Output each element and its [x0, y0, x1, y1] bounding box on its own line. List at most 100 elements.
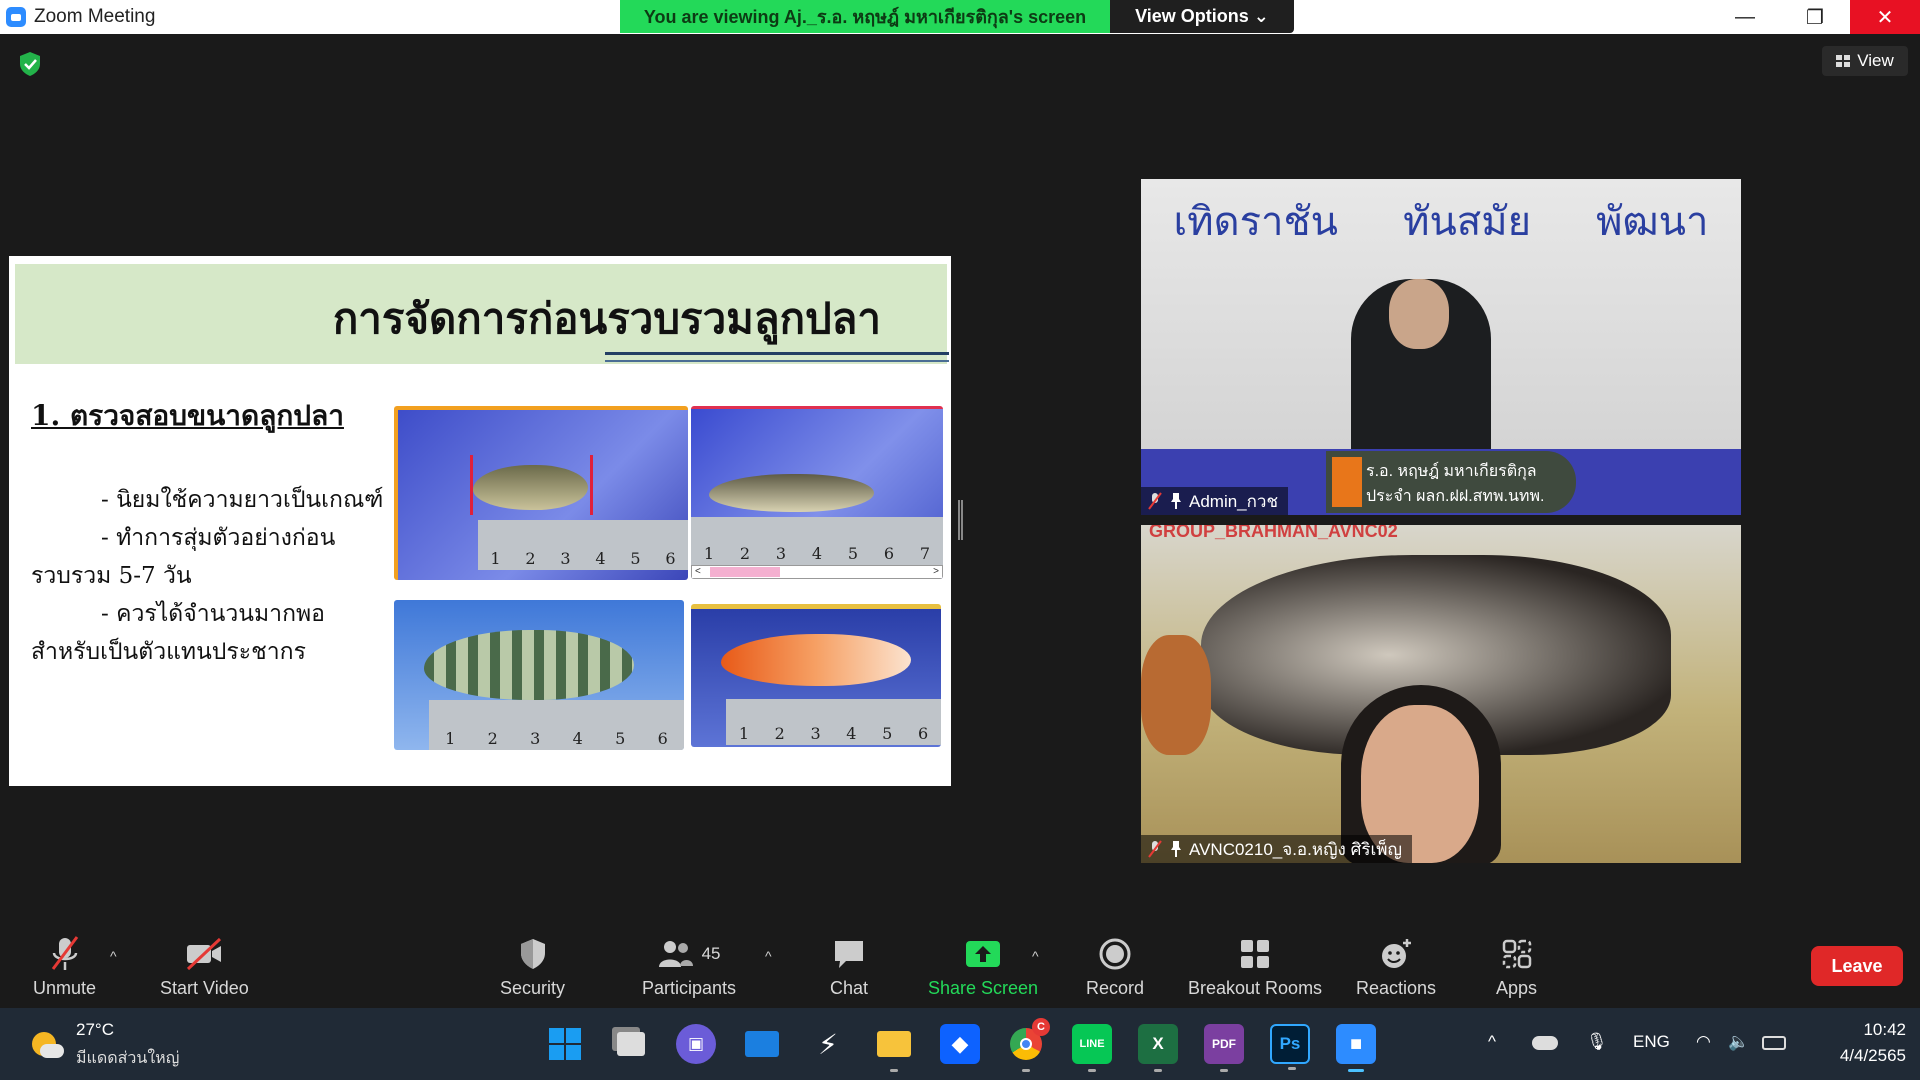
reactions-button[interactable]: Reactions	[1356, 934, 1436, 999]
mic-muted-icon	[1148, 840, 1162, 858]
record-button[interactable]: Record	[1086, 934, 1144, 999]
share-options-caret[interactable]: ^	[1032, 948, 1039, 964]
backdrop-slogan: เทิดราชัน ทันสมัย พัฒนา	[1173, 199, 1709, 245]
fish-photo-3: 123456	[394, 600, 684, 750]
pdf-app-icon[interactable]: PDF	[1204, 1024, 1244, 1072]
grid-view-icon	[1836, 55, 1851, 67]
chrome-badge: C	[1032, 1018, 1050, 1036]
security-button[interactable]: Security	[500, 934, 565, 999]
slide-heading: 1. ตรวจสอบขนาดลูกปลา	[31, 399, 344, 432]
participants-icon	[658, 941, 693, 967]
slide-bullet: - ทำการสุ่มตัวอย่างก่อน	[101, 525, 336, 551]
split-resize-handle[interactable]	[958, 500, 963, 540]
dropbox-icon[interactable]: ◆	[940, 1024, 980, 1064]
brown-cattle	[1141, 635, 1211, 755]
app-title-group: Zoom Meeting	[6, 6, 155, 28]
ruler: 1234567	[691, 517, 943, 565]
participants-count: 45	[701, 944, 721, 963]
chat-button[interactable]: Chat	[830, 934, 868, 999]
slide-bullet: สำหรับเป็นตัวแทนประชากร	[31, 639, 306, 665]
screen-share-banner: You are viewing Aj._ร.อ. หฤษฎ์ มหาเกียรต…	[620, 0, 1110, 33]
slide-title-underline-thin	[605, 360, 949, 362]
record-icon	[1099, 938, 1131, 970]
scrollbar-strip: < >	[691, 565, 943, 579]
view-options-button[interactable]: View Options ⌄	[1110, 0, 1294, 33]
photoshop-icon[interactable]: Ps	[1270, 1024, 1310, 1070]
slide-bullet: - ควรได้จำนวนมากพอ	[101, 601, 325, 627]
language-indicator[interactable]: ENG	[1633, 1032, 1670, 1052]
video-tile-participant[interactable]: GROUP_BRAHMAN_AVNC02 AVNC0210_จ.อ.หญิง ศ…	[1141, 525, 1741, 863]
window-title: Zoom Meeting	[34, 6, 156, 27]
view-button[interactable]: View	[1822, 46, 1908, 76]
clock-time[interactable]: 10:42	[1806, 1020, 1906, 1040]
onedrive-icon[interactable]	[1532, 1036, 1558, 1050]
participants-options-caret[interactable]: ^	[765, 948, 772, 964]
share-screen-icon	[966, 941, 1001, 967]
ruler: 123456	[726, 699, 941, 745]
meeting-toolbar: Unmute ^ Start Video Security 45 Partici…	[0, 918, 1920, 1008]
sketch-app-icon[interactable]: ⚡	[808, 1024, 848, 1064]
chat-icon	[835, 941, 864, 968]
slide-title-underline	[605, 352, 949, 355]
backdrop-label: GROUP_BRAHMAN_AVNC02	[1149, 525, 1398, 541]
name-caption: ร.อ. หฤษฎ์ มหาเกียรติกุล ประจำ ผลก.ฝฝ.สท…	[1326, 451, 1576, 513]
participant-name-bar: Admin_กวช	[1141, 487, 1289, 515]
apps-icon	[1502, 939, 1531, 969]
ruler: 123456	[478, 520, 688, 570]
fish-image	[473, 465, 588, 510]
battery-icon[interactable]	[1762, 1036, 1786, 1050]
task-view-icon[interactable]	[611, 1024, 651, 1064]
participant-name-bar: AVNC0210_จ.อ.หญิง ศิริเพ็ญ	[1141, 835, 1412, 863]
shared-slide: การจัดการก่อนรวบรวมลูกปลา 1. ตรวจสอบขนาด…	[9, 256, 951, 786]
title-bar: Zoom Meeting You are viewing Aj._ร.อ. หฤ…	[0, 0, 1920, 34]
weather-temp[interactable]: 27°C	[76, 1020, 114, 1040]
measure-mark	[590, 455, 593, 515]
tray-overflow-chevron[interactable]: ^	[1488, 1032, 1496, 1052]
mic-muted-icon	[1148, 492, 1162, 510]
minimize-button[interactable]: —	[1710, 0, 1780, 34]
audio-options-caret[interactable]: ^	[110, 948, 117, 964]
video-off-icon	[187, 937, 222, 971]
teams-chat-icon[interactable]: ▣	[676, 1024, 716, 1064]
mail-icon[interactable]	[742, 1024, 782, 1064]
start-video-button[interactable]: Start Video	[160, 934, 249, 999]
encryption-shield-icon[interactable]	[16, 50, 44, 78]
start-windows-icon[interactable]	[545, 1024, 585, 1064]
chrome-icon[interactable]: C	[1006, 1018, 1050, 1072]
microphone-tray-icon[interactable]: 🎙	[1586, 1032, 1608, 1052]
video-tile-admin[interactable]: เทิดราชัน ทันสมัย พัฒนา ร.อ. หฤษฎ์ มหาเกีย…	[1141, 179, 1741, 515]
volume-icon[interactable]: 🔈	[1728, 1032, 1749, 1052]
share-screen-button[interactable]: Share Screen	[928, 934, 1038, 999]
participant-name: Admin_กวช	[1189, 491, 1279, 511]
slide-bullet: รวบรวม 5-7 วัน	[31, 563, 192, 589]
unmute-button[interactable]: Unmute	[33, 934, 96, 999]
participants-button[interactable]: 45 Participants	[642, 934, 736, 999]
participant-name: AVNC0210_จ.อ.หญิง ศิริเพ็ญ	[1189, 839, 1402, 859]
view-button-label: View	[1857, 51, 1894, 70]
clock-date[interactable]: 4/4/2565	[1806, 1046, 1906, 1066]
reactions-icon	[1382, 939, 1412, 968]
fish-image	[709, 474, 874, 512]
wifi-icon[interactable]: ◠	[1696, 1032, 1711, 1052]
zoom-taskbar-icon[interactable]: ■	[1336, 1024, 1376, 1072]
leave-button[interactable]: Leave	[1811, 946, 1903, 986]
line-icon[interactable]: LINE	[1072, 1024, 1112, 1072]
pin-icon	[1171, 493, 1181, 509]
close-button[interactable]: ✕	[1850, 0, 1920, 34]
zoom-logo-icon	[6, 7, 26, 27]
windows-taskbar: 27°C มีแดดส่วนใหญ่ ▣ ⚡ ◆ C LINE X PDF Ps…	[0, 1008, 1920, 1080]
fish-photo-2: 1234567 < >	[691, 406, 943, 579]
pin-icon	[1171, 841, 1181, 857]
fish-image	[721, 634, 911, 686]
fish-image	[424, 630, 634, 700]
excel-icon[interactable]: X	[1138, 1024, 1178, 1072]
breakout-rooms-button[interactable]: Breakout Rooms	[1188, 934, 1322, 999]
measure-mark	[470, 455, 473, 515]
apps-button[interactable]: Apps	[1496, 934, 1537, 999]
file-explorer-icon[interactable]	[874, 1024, 914, 1072]
weather-icon[interactable]	[28, 1026, 64, 1062]
ruler: 123456	[429, 700, 684, 750]
slide-bullet: - นิยมใช้ความยาวเป็นเกณฑ์	[101, 487, 384, 513]
weather-desc[interactable]: มีแดดส่วนใหญ่	[76, 1046, 179, 1071]
restore-button[interactable]: ❐	[1780, 0, 1850, 34]
